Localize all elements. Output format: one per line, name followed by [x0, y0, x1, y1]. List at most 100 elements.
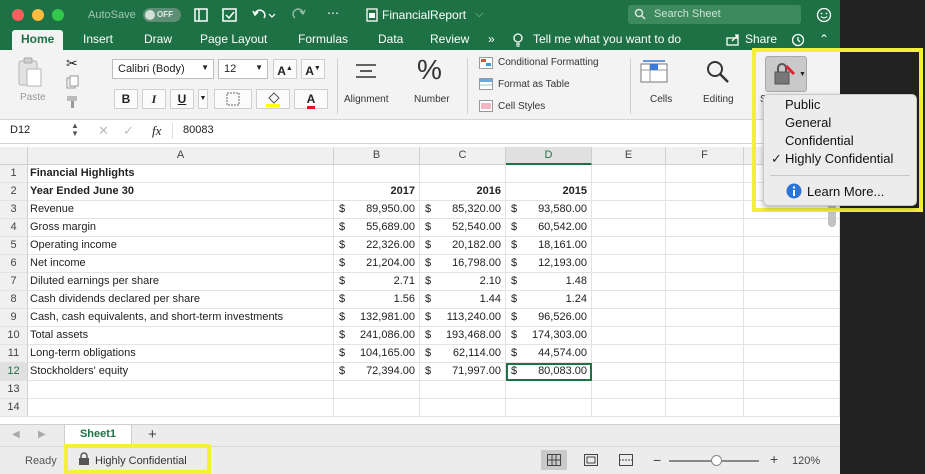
cell-value[interactable]: 2016	[420, 183, 506, 201]
cell-value[interactable]: $71,997.00	[420, 363, 506, 381]
empty-cell[interactable]	[666, 345, 744, 363]
cell-value[interactable]: $241,086.00	[334, 327, 420, 345]
cell-value[interactable]: $60,542.00	[506, 219, 592, 237]
alignment-icon[interactable]	[354, 62, 378, 82]
empty-cell[interactable]	[744, 381, 840, 399]
cell-value[interactable]: $44,574.00	[506, 345, 592, 363]
cell-value[interactable]: $2.71	[334, 273, 420, 291]
tab-review[interactable]: Review	[430, 32, 469, 46]
next-sheet-icon[interactable]: ▶	[38, 429, 46, 440]
empty-cell[interactable]	[666, 291, 744, 309]
cell-label[interactable]: Year Ended June 30	[28, 183, 334, 201]
cut-icon[interactable]: ✂	[66, 55, 78, 72]
format-painter-icon[interactable]	[66, 95, 80, 109]
empty-cell[interactable]	[666, 399, 744, 417]
empty-cell[interactable]	[592, 399, 666, 417]
page-layout-view-icon[interactable]	[584, 454, 598, 466]
empty-cell[interactable]	[592, 309, 666, 327]
formula-input[interactable]: 80083	[183, 124, 214, 136]
cell-label[interactable]: Total assets	[28, 327, 334, 345]
empty-cell[interactable]	[592, 255, 666, 273]
cells-icon[interactable]	[640, 59, 668, 83]
cell-label[interactable]	[28, 399, 334, 417]
zoom-slider[interactable]	[669, 455, 759, 466]
copy-icon[interactable]	[66, 75, 80, 89]
empty-cell[interactable]	[666, 309, 744, 327]
zoom-slider-thumb[interactable]	[711, 455, 722, 466]
cell-value[interactable]: $16,798.00	[420, 255, 506, 273]
more-tabs-icon[interactable]: »	[488, 32, 495, 46]
row-header[interactable]: 9	[0, 309, 28, 327]
column-header[interactable]: E	[592, 147, 666, 165]
empty-cell[interactable]	[592, 219, 666, 237]
cell-value[interactable]: $55,689.00	[334, 219, 420, 237]
italic-button[interactable]: I	[142, 89, 166, 109]
share-button[interactable]: Share	[745, 32, 777, 46]
zoom-out-button[interactable]: −	[653, 452, 661, 468]
empty-cell[interactable]	[744, 255, 840, 273]
tab-draw[interactable]: Draw	[144, 32, 172, 46]
column-header[interactable]: B	[334, 147, 420, 165]
cell-value[interactable]: $72,394.00	[334, 363, 420, 381]
select-all-corner[interactable]	[0, 147, 28, 165]
tab-home[interactable]: Home	[12, 30, 64, 50]
cell-value[interactable]: $12,193.00	[506, 255, 592, 273]
empty-cell[interactable]	[592, 273, 666, 291]
row-header[interactable]: 1	[0, 165, 28, 183]
empty-cell[interactable]	[592, 327, 666, 345]
font-color-button[interactable]: A	[294, 89, 328, 109]
empty-cell[interactable]	[744, 237, 840, 255]
cell-label[interactable]: Net income	[28, 255, 334, 273]
empty-cell[interactable]	[744, 399, 840, 417]
file-name-chevron-icon[interactable]: ⌵	[475, 8, 483, 21]
empty-cell[interactable]	[744, 219, 840, 237]
empty-cell[interactable]	[666, 363, 744, 381]
menu-item-public[interactable]: Public	[785, 97, 820, 112]
cell-value[interactable]: $62,114.00	[420, 345, 506, 363]
undo-icon[interactable]	[252, 8, 276, 22]
empty-cell[interactable]	[592, 183, 666, 201]
cell-value[interactable]	[334, 165, 420, 183]
tab-data[interactable]: Data	[378, 32, 403, 46]
fill-color-button[interactable]	[256, 89, 290, 109]
row-header[interactable]: 2	[0, 183, 28, 201]
empty-cell[interactable]	[592, 363, 666, 381]
file-name[interactable]: FinancialReport	[382, 8, 466, 22]
selected-cell[interactable]: $80,083.00	[506, 363, 592, 381]
cell-value[interactable]: $85,320.00	[420, 201, 506, 219]
history-icon[interactable]	[791, 33, 805, 47]
cell-value[interactable]	[420, 165, 506, 183]
tab-insert[interactable]: Insert	[83, 32, 113, 46]
cell-label[interactable]: Cash, cash equivalents, and short-term i…	[28, 309, 334, 327]
row-header[interactable]: 7	[0, 273, 28, 291]
menu-item-general[interactable]: General	[785, 115, 831, 130]
cell-value[interactable]: $1.44	[420, 291, 506, 309]
cell-value[interactable]: $18,161.00	[506, 237, 592, 255]
cell-value[interactable]: $174,303.00	[506, 327, 592, 345]
search-box[interactable]: Search Sheet	[628, 5, 801, 24]
bold-button[interactable]: B	[114, 89, 138, 109]
empty-cell[interactable]	[592, 381, 666, 399]
tell-me-input[interactable]: Tell me what you want to do	[533, 32, 681, 46]
column-header[interactable]: C	[420, 147, 506, 165]
zoom-in-button[interactable]: +	[770, 451, 778, 467]
cell-value[interactable]: 2017	[334, 183, 420, 201]
cell-styles-button[interactable]: Cell Styles	[498, 101, 545, 112]
share-icon[interactable]	[726, 34, 740, 46]
empty-cell[interactable]	[666, 165, 744, 183]
menu-item-confidential[interactable]: Confidential	[785, 133, 854, 148]
tab-formulas[interactable]: Formulas	[298, 32, 348, 46]
cell-value[interactable]: $193,468.00	[420, 327, 506, 345]
conditional-formatting-button[interactable]: Conditional Formatting	[498, 57, 599, 68]
page-break-view-icon[interactable]	[619, 454, 633, 466]
underline-button[interactable]: U	[170, 89, 194, 109]
cell-value[interactable]: $113,240.00	[420, 309, 506, 327]
normal-view-icon[interactable]	[541, 450, 567, 470]
cell-value[interactable]	[420, 399, 506, 417]
empty-cell[interactable]	[744, 273, 840, 291]
cell-value[interactable]: $89,950.00	[334, 201, 420, 219]
autosave-toggle[interactable]: OFF	[143, 8, 181, 22]
cell-value[interactable]: $1.48	[506, 273, 592, 291]
fx-button[interactable]: fx	[152, 123, 161, 139]
save-icon[interactable]	[222, 8, 237, 22]
